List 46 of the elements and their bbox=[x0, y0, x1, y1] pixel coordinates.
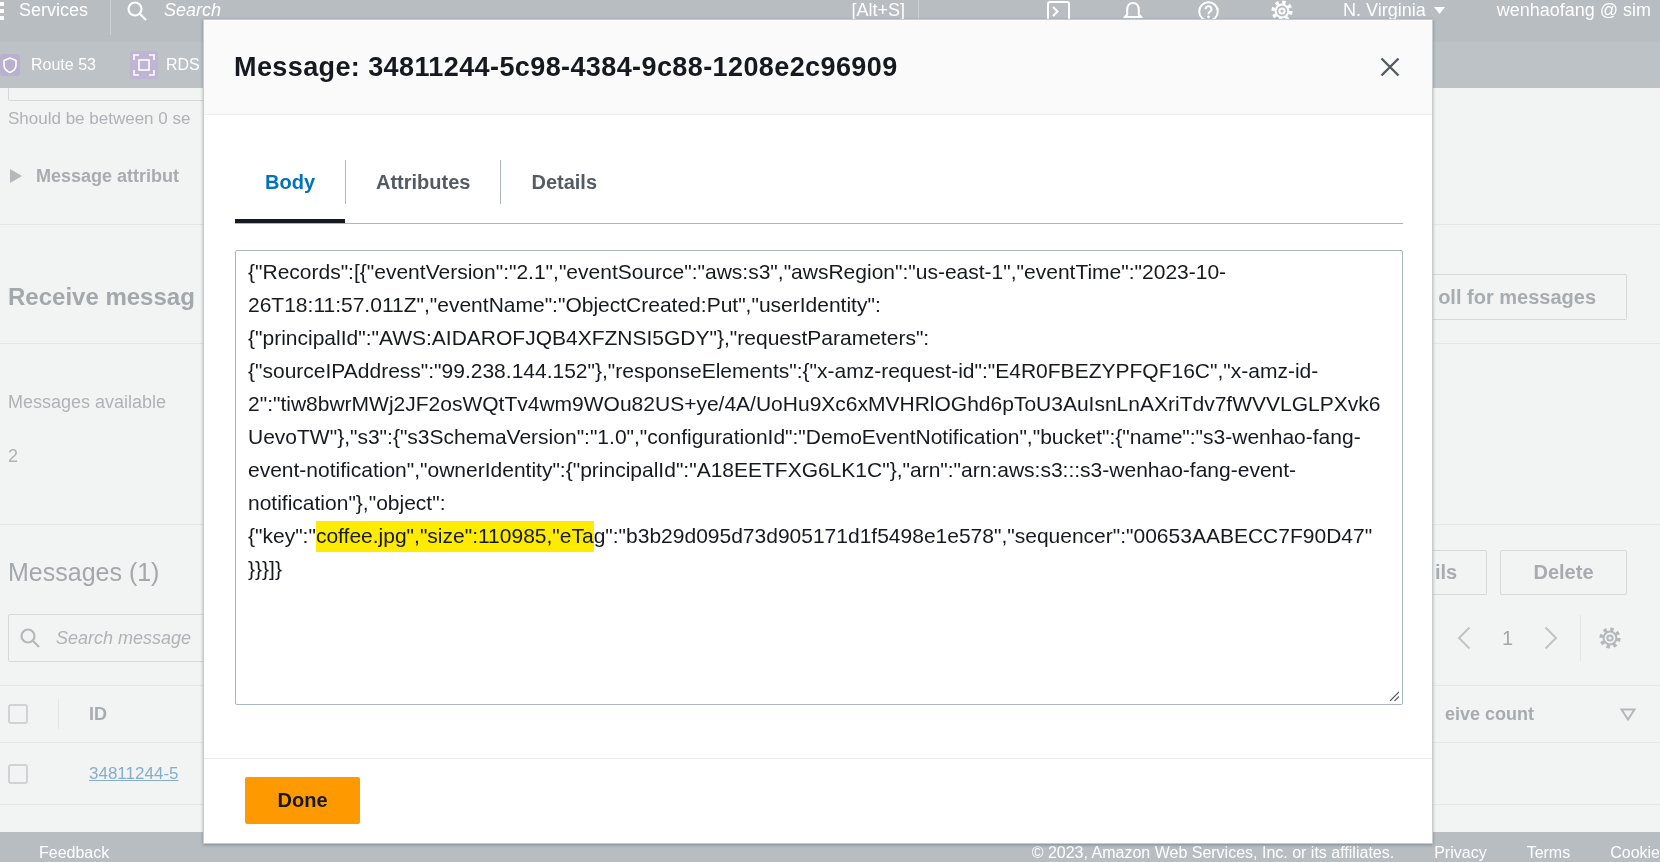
favorite-link[interactable]: Route 53 bbox=[0, 54, 96, 76]
chevron-right-icon[interactable] bbox=[1544, 626, 1558, 650]
shortcut-hint: [Alt+S] bbox=[851, 1, 905, 19]
close-icon bbox=[1380, 57, 1400, 77]
field-label: Messages available bbox=[8, 392, 167, 412]
search-icon bbox=[20, 628, 40, 648]
feedback-link[interactable]: Feedback bbox=[39, 845, 110, 861]
column-header: eive count bbox=[1444, 703, 1534, 725]
favorite-link[interactable]: RDS bbox=[129, 51, 200, 79]
checkbox[interactable] bbox=[8, 704, 28, 724]
bracket-tile-icon bbox=[129, 51, 158, 79]
tab[interactable]: Body bbox=[235, 160, 345, 223]
caret-down-icon bbox=[1433, 6, 1445, 14]
tab[interactable]: Details bbox=[501, 160, 628, 223]
footer-link[interactable]: Cookie bbox=[1610, 845, 1660, 861]
bell-icon[interactable] bbox=[1123, 1, 1143, 22]
message-id-link[interactable]: 34811244-5 bbox=[89, 763, 179, 784]
section-title: Receive messag bbox=[8, 283, 195, 311]
page-number[interactable]: 1 bbox=[1501, 626, 1513, 650]
expander-toggle[interactable]: Message attribut bbox=[10, 164, 180, 188]
highlighted-text: coffee.jpg","size":110985,"eTa bbox=[315, 521, 594, 552]
section-title: Messages (1) bbox=[8, 558, 160, 587]
region-selector[interactable]: N. Virginia bbox=[1343, 1, 1445, 19]
poll-button[interactable]: oll for messages bbox=[1433, 274, 1627, 320]
help-icon[interactable] bbox=[1198, 1, 1219, 22]
checkbox[interactable] bbox=[8, 763, 28, 784]
shield-tile-icon bbox=[0, 54, 20, 76]
grid-icon[interactable] bbox=[0, 2, 4, 20]
chevron-left-icon[interactable] bbox=[1456, 626, 1471, 650]
done-button[interactable]: Done bbox=[245, 777, 360, 824]
field-value: 2 bbox=[8, 446, 18, 466]
settings-icon[interactable] bbox=[1599, 627, 1621, 649]
copyright-text: © 2023, Amazon Web Services, Inc. or its affiliates. bbox=[1031, 845, 1395, 861]
column-header: ID bbox=[89, 703, 107, 725]
delete-button[interactable]: Delete bbox=[1500, 550, 1627, 595]
resize-handle-icon[interactable] bbox=[1389, 691, 1399, 701]
footer-link[interactable]: Terms bbox=[1526, 845, 1571, 861]
tab[interactable]: Attributes bbox=[346, 160, 501, 223]
services-menu[interactable]: Services bbox=[19, 1, 89, 19]
account-menu[interactable]: wenhaofang @ sim bbox=[1496, 1, 1652, 19]
sort-caret-icon[interactable] bbox=[1620, 707, 1636, 721]
hint-text: Should be between 0 se bbox=[8, 109, 191, 128]
search-field[interactable]: Search bbox=[164, 1, 852, 19]
dialog-title: Message: 34811244-5c98-4384-9c88-1208e2c96909 bbox=[234, 51, 899, 83]
search-icon bbox=[127, 1, 147, 21]
footer-link[interactable]: Privacy bbox=[1434, 845, 1487, 861]
